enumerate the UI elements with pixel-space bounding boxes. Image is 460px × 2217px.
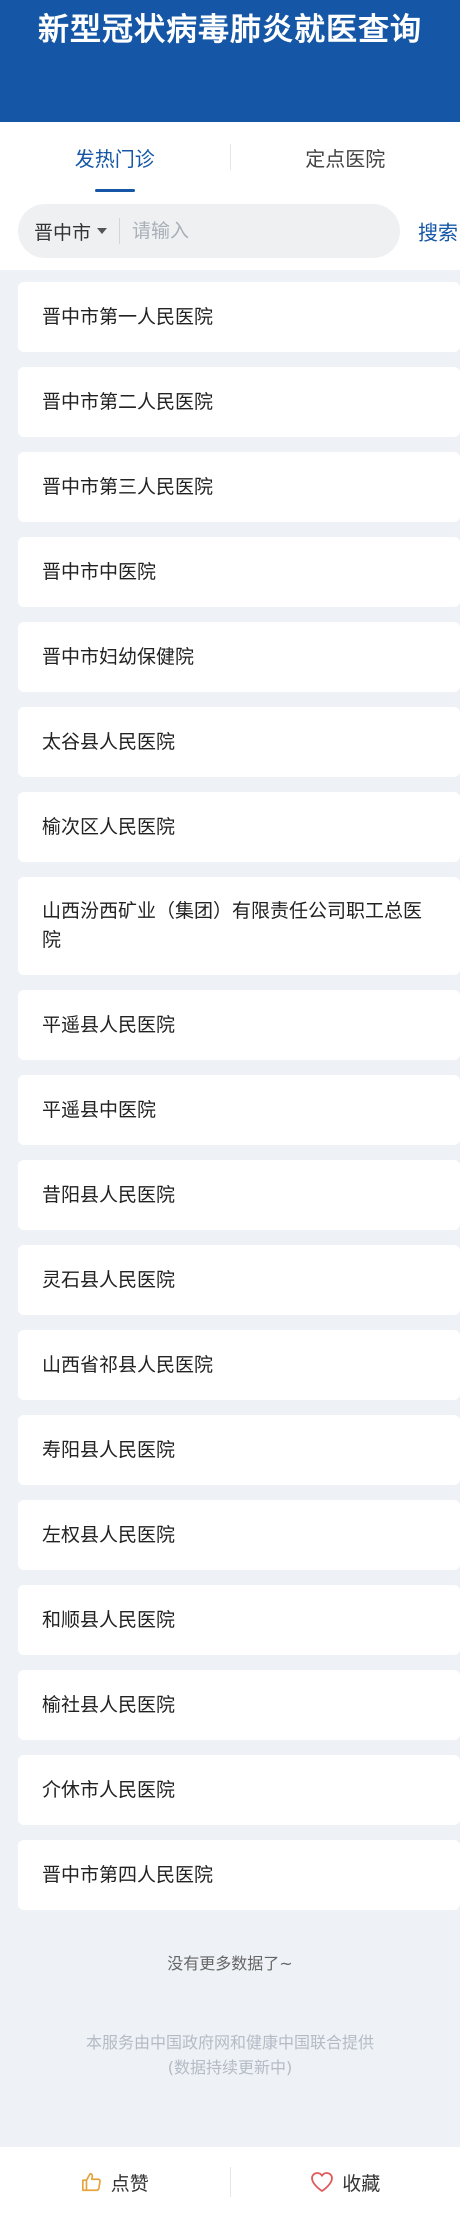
tab-label: 发热门诊	[74, 146, 155, 171]
favorite-label: 收藏	[342, 2172, 381, 2195]
page-header: 新型冠状病毒肺炎就医查询	[0, 0, 460, 122]
hospital-list-item[interactable]: 榆次区人民医院	[18, 792, 460, 862]
tab-fever-clinic[interactable]: 发热门诊	[0, 122, 230, 192]
hospital-list-item[interactable]: 左权县人民医院	[18, 1500, 460, 1570]
hospital-list-item[interactable]: 灵石县人民医院	[18, 1245, 460, 1315]
search-bar: 晋中市 搜索	[0, 192, 460, 270]
hospital-list-item[interactable]: 昔阳县人民医院	[18, 1160, 460, 1230]
hospital-list-item[interactable]: 和顺县人民医院	[18, 1585, 460, 1655]
search-input[interactable]	[132, 220, 353, 242]
city-select[interactable]: 晋中市	[34, 218, 108, 245]
hospital-list-item[interactable]: 晋中市中医院	[18, 537, 460, 607]
favorite-button[interactable]: 收藏	[231, 2169, 460, 2196]
footer-line-2: (数据持续更新中)	[167, 2058, 293, 2077]
hospital-list-item[interactable]: 晋中市第二人民医院	[18, 367, 460, 437]
footer-line-1: 本服务由中国政府网和健康中国联合提供	[85, 2033, 374, 2052]
search-button[interactable]: 搜索	[418, 217, 458, 246]
hospital-list-item[interactable]: 太谷县人民医院	[18, 707, 460, 777]
hospital-list-item[interactable]: 山西汾西矿业（集团）有限责任公司职工总医院	[18, 877, 460, 975]
hospital-list-item[interactable]: 榆社县人民医院	[18, 1670, 460, 1740]
hospital-list-item[interactable]: 晋中市第四人民医院	[18, 1840, 460, 1910]
heart-icon	[311, 2172, 334, 2192]
tab-designated-hospital[interactable]: 定点医院	[231, 122, 460, 192]
like-button[interactable]: 点赞	[0, 2169, 230, 2196]
hospital-list: 晋中市第一人民医院 晋中市第二人民医院 晋中市第三人民医院 晋中市中医院 晋中市妇幼保健…	[0, 270, 460, 1910]
tab-bar: 发热门诊 定点医院	[0, 122, 460, 192]
hospital-list-item[interactable]: 平遥县中医院	[18, 1075, 460, 1145]
like-label: 点赞	[110, 2172, 149, 2195]
hospital-list-item[interactable]: 平遥县人民医院	[18, 990, 460, 1060]
hospital-list-item[interactable]: 山西省祁县人民医院	[18, 1330, 460, 1400]
caret-down-icon	[97, 228, 108, 234]
hospital-list-item[interactable]: 晋中市第一人民医院	[18, 282, 460, 352]
tab-label: 定点医院	[305, 146, 386, 171]
page-title: 新型冠状病毒肺炎就医查询	[38, 12, 422, 48]
hospital-list-item[interactable]: 晋中市第三人民医院	[18, 452, 460, 522]
hospital-list-item[interactable]: 介休市人民医院	[18, 1755, 460, 1825]
bottom-bar: 点赞 收藏	[0, 2147, 460, 2217]
search-divider	[119, 218, 121, 244]
hospital-list-item[interactable]: 晋中市妇幼保健院	[18, 622, 460, 692]
search-box: 晋中市	[18, 204, 400, 258]
hospital-list-item[interactable]: 寿阳县人民医院	[18, 1415, 460, 1485]
footer-note: 本服务由中国政府网和健康中国联合提供 (数据持续更新中)	[0, 2030, 460, 2080]
list-end-text: 没有更多数据了~	[167, 1954, 293, 1973]
thumbs-up-icon	[81, 2172, 101, 2192]
city-select-value: 晋中市	[34, 221, 92, 244]
